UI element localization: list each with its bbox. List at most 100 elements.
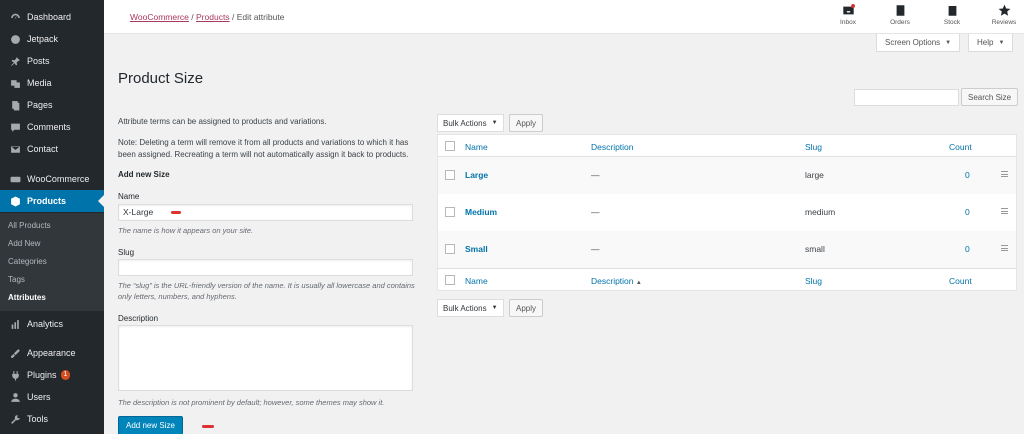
add-new-size-button[interactable]: Add new Size — [118, 416, 183, 434]
bulk-actions-select-top[interactable]: Bulk Actions ▼ — [437, 114, 504, 132]
page-icon — [5, 94, 25, 116]
sidebar-item-contact[interactable]: Contact — [0, 138, 104, 160]
submenu-item-categories[interactable]: Categories — [8, 257, 47, 266]
reviews-label: Reviews — [991, 19, 1017, 26]
user-icon — [5, 386, 25, 408]
sidebar-item-label: Comments — [27, 122, 71, 132]
table-row: Large — large 0 — [438, 157, 1016, 194]
select-all-checkbox[interactable] — [445, 141, 455, 151]
drag-handle-icon[interactable] — [1001, 171, 1008, 179]
submenu-item-attributes[interactable]: Attributes — [8, 293, 46, 302]
breadcrumb-current: Edit attribute — [236, 12, 285, 22]
term-description: — — [591, 170, 600, 180]
sidebar-item-label: Tools — [27, 414, 49, 424]
sidebar-item-label: Pages — [27, 100, 53, 110]
search-input[interactable] — [854, 89, 959, 106]
column-footer-description-label: Description — [591, 276, 634, 286]
stock-button[interactable]: Stock — [935, 4, 969, 26]
row-checkbox[interactable] — [445, 170, 455, 180]
sidebar-item-plugins[interactable]: Plugins 1 — [0, 364, 104, 386]
name-input[interactable]: X-Large — [118, 204, 413, 221]
bulk-actions-select-bottom[interactable]: Bulk Actions ▼ — [437, 299, 504, 317]
breadcrumb-link-woocommerce[interactable]: WooCommerce — [130, 12, 189, 22]
woocommerce-header: WooCommerce / Products / Edit attribute … — [104, 0, 1024, 34]
sidebar-item-users[interactable]: Users — [0, 386, 104, 408]
admin-sidebar: Dashboard Jetpack Posts Media Pages Comm… — [0, 0, 104, 434]
sidebar-item-label: Jetpack — [27, 34, 59, 44]
drag-handle-icon[interactable] — [1001, 208, 1008, 216]
inbox-button[interactable]: Inbox — [831, 4, 865, 26]
column-footer-name[interactable]: Name — [465, 276, 488, 286]
table-row: Small — small 0 — [438, 231, 1016, 268]
sidebar-item-tools[interactable]: Tools — [0, 408, 104, 430]
screen-options-button[interactable]: Screen Options ▼ — [876, 34, 961, 52]
sidebar-item-jetpack[interactable]: Jetpack — [0, 28, 104, 50]
column-header-slug[interactable]: Slug — [805, 142, 822, 152]
sidebar-item-label: Dashboard — [27, 12, 72, 22]
intro-text: Attribute terms can be assigned to produ… — [118, 117, 327, 126]
column-header-count[interactable]: Count — [949, 142, 972, 152]
plugins-update-badge: 1 — [60, 370, 71, 380]
column-header-name[interactable]: Name — [465, 142, 488, 152]
sidebar-item-label: Media — [27, 78, 52, 88]
sidebar-item-dashboard[interactable]: Dashboard — [0, 6, 104, 28]
sidebar-item-label: Contact — [27, 144, 59, 154]
table-footer-row: Name Description ▲ Slug Count — [438, 268, 1016, 291]
slug-input[interactable] — [118, 259, 413, 276]
orders-label: Orders — [890, 19, 910, 26]
row-checkbox[interactable] — [445, 244, 455, 254]
term-slug: medium — [805, 207, 836, 217]
sidebar-item-appearance[interactable]: Appearance — [0, 342, 104, 364]
sidebar-item-pages[interactable]: Pages — [0, 94, 104, 116]
sidebar-item-comments[interactable]: Comments — [0, 116, 104, 138]
term-count[interactable]: 0 — [965, 170, 970, 180]
page-title: Product Size — [118, 70, 204, 87]
drag-handle-icon[interactable] — [1001, 245, 1008, 253]
annotation-mark — [171, 211, 181, 214]
breadcrumb-link-products[interactable]: Products — [196, 12, 230, 22]
sidebar-item-posts[interactable]: Posts — [0, 50, 104, 72]
term-name-link[interactable]: Small — [465, 244, 488, 254]
submenu-item-add-new[interactable]: Add New — [8, 239, 40, 248]
sidebar-item-label: Analytics — [27, 319, 64, 329]
help-button[interactable]: Help ▼ — [968, 34, 1014, 52]
search-size-button[interactable]: Search Size — [961, 88, 1019, 106]
column-header-description[interactable]: Description — [591, 142, 634, 152]
help-label: Help — [977, 38, 994, 47]
column-footer-description[interactable]: Description ▲ — [591, 276, 642, 286]
sidebar-item-media[interactable]: Media — [0, 72, 104, 94]
star-icon — [998, 4, 1010, 16]
products-submenu: All Products Add New Categories Tags Att… — [0, 213, 104, 311]
term-name-link[interactable]: Medium — [465, 207, 497, 217]
slug-help-text: The “slug” is the URL-friendly version o… — [118, 281, 415, 301]
pin-icon — [5, 50, 25, 72]
select-all-checkbox[interactable] — [445, 275, 455, 285]
submenu-item-all-products[interactable]: All Products — [8, 221, 51, 230]
row-checkbox[interactable] — [445, 207, 455, 217]
column-footer-slug[interactable]: Slug — [805, 276, 822, 286]
description-textarea[interactable] — [118, 325, 413, 391]
orders-button[interactable]: Orders — [883, 4, 917, 26]
note-text: Note: Deleting a term will remove it fro… — [118, 138, 409, 159]
term-description: — — [591, 207, 600, 217]
sidebar-item-products[interactable]: Products — [0, 190, 104, 212]
table-header-row: Name Description Slug Count — [438, 135, 1016, 157]
term-count[interactable]: 0 — [965, 207, 970, 217]
reviews-button[interactable]: Reviews — [987, 4, 1021, 26]
term-slug: small — [805, 244, 825, 254]
term-name-link[interactable]: Large — [465, 170, 488, 180]
sidebar-item-label: Users — [27, 392, 51, 402]
caret-down-icon: ▼ — [998, 39, 1005, 46]
breadcrumb: WooCommerce / Products / Edit attribute — [130, 12, 284, 22]
submenu-item-tags[interactable]: Tags — [8, 275, 25, 284]
description-help-text: The description is not prominent by defa… — [118, 398, 385, 407]
apply-button-top[interactable]: Apply — [509, 114, 544, 132]
column-footer-count[interactable]: Count — [949, 276, 972, 286]
apply-button-bottom[interactable]: Apply — [509, 299, 544, 317]
box-icon — [5, 190, 25, 212]
sidebar-item-label: Plugins — [27, 370, 57, 380]
orders-icon — [896, 5, 904, 16]
term-count[interactable]: 0 — [965, 244, 970, 254]
sidebar-item-analytics[interactable]: Analytics — [0, 313, 104, 335]
sidebar-item-woocommerce[interactable]: WooCommerce — [0, 168, 104, 190]
